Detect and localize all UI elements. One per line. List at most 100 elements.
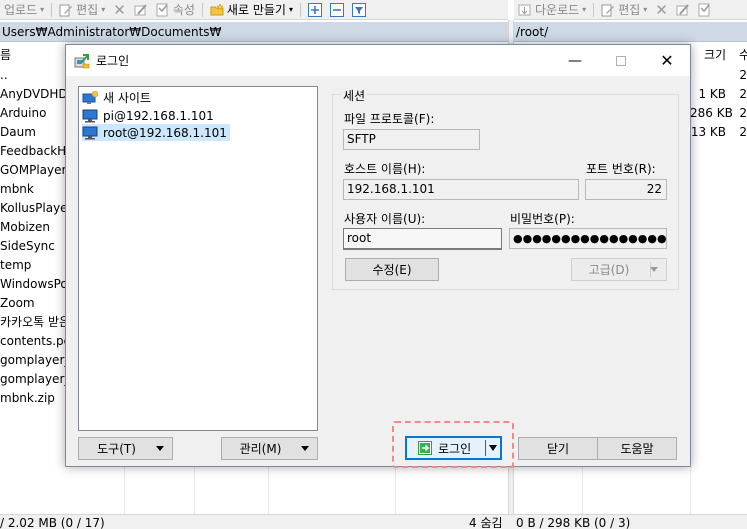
file-size [690, 66, 726, 85]
download-button[interactable]: 다운로드 ▾ [514, 1, 590, 18]
remote-delete-button[interactable]: ✕ [651, 1, 672, 19]
list-item[interactable]: WindowsPow [0, 275, 70, 294]
edit-session-button[interactable]: 수정(E) [345, 258, 439, 281]
close-icon: ✕ [660, 51, 674, 70]
list-item[interactable]: SideSync [0, 237, 70, 256]
status-bar: / 2.02 MB (0 / 17) 4 숨김 0 B / 298 KB (0 … [0, 514, 747, 529]
username-input[interactable]: root [343, 228, 502, 250]
help-button[interactable]: 도움말 [597, 437, 677, 460]
list-item[interactable]: .. [0, 66, 70, 85]
list-item[interactable]: mbnk [0, 180, 70, 199]
tree-item-site-selected[interactable]: root@192.168.1.101 [82, 124, 230, 141]
close-label: 닫기 [546, 442, 570, 456]
tree-item-site[interactable]: pi@192.168.1.101 [82, 107, 217, 124]
remote-path: /root/ [516, 25, 549, 39]
column-divider [690, 467, 691, 514]
close-window-button[interactable]: ✕ [644, 45, 690, 76]
site-tree[interactable]: 새 사이트 pi@192.168.1.101 root@192.168.1.10… [78, 86, 318, 431]
new-site-icon [82, 90, 98, 104]
list-item[interactable]: mbnk.zip [0, 389, 70, 408]
list-item[interactable]: temp [0, 256, 70, 275]
list-item[interactable]: 13 KB 2 [690, 123, 747, 142]
file-extra: 2 [739, 87, 747, 101]
list-item[interactable]: 카카오톡 받은 [0, 313, 70, 332]
file-name: SideSync [0, 239, 55, 253]
remote-toolbar: 다운로드 ▾ 편집 ▾ ✕ [514, 0, 747, 20]
password-input[interactable]: ●●●●●●●●●●●●●●●●● [509, 228, 667, 249]
new-button[interactable]: 새로 만들기 ▾ [206, 1, 297, 18]
chevron-down-icon: ▾ [643, 5, 648, 14]
tree-item-new-site[interactable]: 새 사이트 [82, 89, 154, 106]
file-name: Mobizen [0, 220, 50, 234]
close-button[interactable]: 닫기 [518, 437, 598, 460]
list-item[interactable]: gomplayer_2 [0, 370, 70, 389]
file-name: mbnk.zip [0, 391, 55, 405]
remote-rename-button[interactable] [672, 3, 694, 17]
edit-icon [601, 4, 615, 16]
maximize-icon [616, 55, 626, 66]
remote-extra-column-header[interactable]: 수 [739, 44, 747, 66]
delete-button[interactable]: ✕ [109, 1, 130, 19]
chevron-down-icon[interactable] [489, 445, 497, 451]
list-item[interactable]: Daum [0, 123, 70, 142]
list-item[interactable]: 1 KB 2 [690, 85, 747, 104]
edit-icon [59, 4, 73, 16]
protocol-select[interactable]: SFTP [343, 129, 480, 150]
remote-edit-label: 편집 [618, 3, 641, 17]
column-divider [268, 467, 269, 514]
dialog-title: 로그인 [96, 54, 130, 68]
file-name: 카카오톡 받은 [0, 315, 70, 329]
chevron-down-icon [156, 446, 164, 451]
host-input[interactable]: 192.168.1.101 [343, 179, 579, 200]
rename-button[interactable] [130, 3, 152, 17]
minimize-button[interactable]: — [552, 45, 598, 76]
upload-button[interactable]: 업로드 ▾ [0, 1, 48, 18]
delete-icon: ✕ [655, 0, 668, 19]
file-name: gomplayer_2 [0, 372, 70, 386]
remote-path-bar[interactable]: /root/ [514, 22, 747, 42]
file-size: 1 KB [698, 87, 726, 101]
list-item[interactable]: Arduino [0, 104, 70, 123]
deselect-button[interactable] [326, 2, 348, 17]
select-all-button[interactable] [304, 2, 326, 17]
port-input[interactable]: 22 [585, 179, 667, 200]
host-label: 호스트 이름(H): [344, 162, 426, 176]
list-item[interactable]: 286 KB 2 [690, 104, 747, 123]
remote-size-column-header[interactable]: 크기 [704, 44, 726, 66]
filter-button[interactable] [348, 2, 370, 17]
list-item[interactable]: Mobizen [0, 218, 70, 237]
tools-label: 도구(T) [97, 442, 136, 456]
remote-edit-button[interactable]: 편집 ▾ [597, 1, 651, 18]
list-item[interactable]: KollusPlayer3 [0, 199, 70, 218]
rename-icon [676, 3, 689, 15]
username-label: 사용자 이름(U): [344, 212, 426, 226]
local-path-bar[interactable]: Users₩Administrator₩Documents₩ [0, 22, 508, 42]
list-item[interactable]: FeedbackHub [0, 142, 70, 161]
local-name-column-header[interactable]: 름 [0, 44, 11, 66]
column-divider [582, 467, 583, 514]
manage-button[interactable]: 관리(M) [221, 437, 318, 460]
list-item[interactable]: AnyDVDHD [0, 85, 70, 104]
edit-button[interactable]: 편집 ▾ [55, 1, 109, 18]
properties-button[interactable]: 속성 [152, 1, 199, 18]
tools-button[interactable]: 도구(T) [78, 437, 173, 460]
advanced-button[interactable]: 고급(D) [571, 258, 667, 281]
login-button[interactable]: 로그인 [405, 436, 502, 460]
list-item[interactable]: Zoom [0, 294, 70, 313]
maximize-button[interactable] [598, 45, 644, 76]
port-label: 포트 번호(R): [586, 162, 656, 176]
properties-label: 속성 [172, 3, 195, 17]
delete-icon: ✕ [113, 0, 126, 19]
download-icon [518, 4, 531, 15]
tree-item-label: 새 사이트 [103, 91, 151, 105]
list-item[interactable]: contents.pdf [0, 332, 70, 351]
remote-properties-button[interactable] [694, 3, 716, 17]
login-icon [418, 441, 432, 455]
list-item[interactable]: 2 [690, 66, 747, 85]
dialog-titlebar[interactable]: 로그인 — ✕ [66, 45, 690, 76]
list-item[interactable]: gomplayer_2 [0, 351, 70, 370]
list-item[interactable]: GOMPlayer [0, 161, 70, 180]
chevron-down-icon [301, 446, 309, 451]
file-name: Daum [0, 125, 36, 139]
tree-item-label: root@192.168.1.101 [103, 125, 227, 140]
